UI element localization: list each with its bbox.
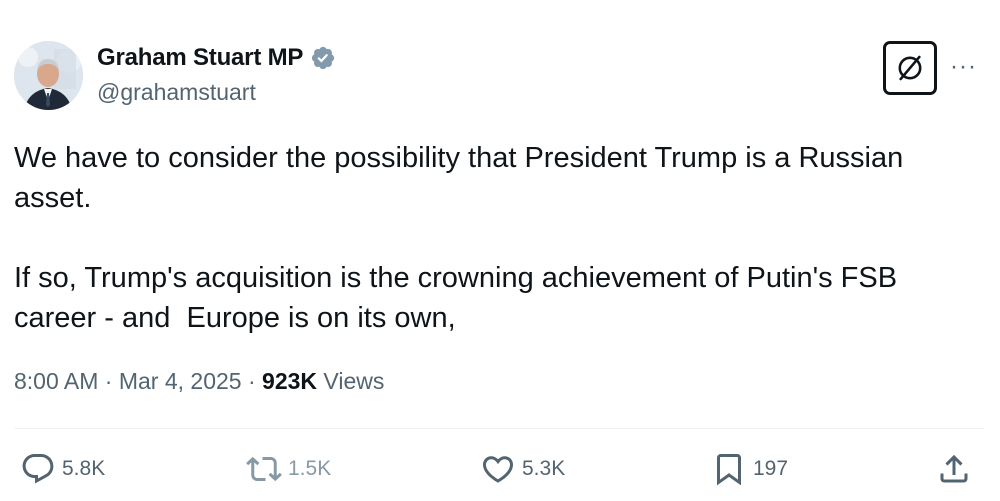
repost-icon (246, 456, 282, 482)
grok-button[interactable] (883, 41, 937, 95)
meta-separator: · (241, 368, 263, 394)
author-handle[interactable]: @grahamstuart (97, 79, 256, 106)
author-display-name[interactable]: Graham Stuart MP (97, 44, 303, 72)
tweet-time[interactable]: 8:00 AM (14, 368, 98, 395)
reply-button[interactable]: 5.8K (20, 451, 105, 487)
tweet-text: We have to consider the possibility that… (14, 138, 974, 338)
bookmark-icon (717, 454, 741, 486)
views-label: Views (317, 368, 385, 394)
like-count: 5.3K (522, 457, 566, 480)
reply-icon (22, 454, 54, 484)
avatar-image (14, 41, 83, 110)
repost-count: 1.5K (288, 457, 332, 480)
share-button[interactable] (936, 451, 978, 487)
more-icon: ··· (950, 53, 977, 80)
tweet-meta: 8:00 AM · Mar 4, 2025 · 923K Views (14, 368, 384, 395)
divider (14, 428, 984, 429)
repost-button[interactable]: 1.5K (246, 451, 331, 487)
verified-badge-icon[interactable] (310, 45, 336, 71)
bookmark-button[interactable]: 197 (711, 451, 788, 487)
bookmark-count: 197 (753, 457, 789, 480)
reply-count: 5.8K (62, 457, 106, 480)
like-button[interactable]: 5.3K (480, 451, 565, 487)
tweet-date[interactable]: Mar 4, 2025 (119, 368, 242, 395)
tweet-paragraph: If so, Trump's acquisition is the crowni… (14, 262, 906, 334)
meta-separator: · (98, 368, 119, 394)
grok-icon (898, 55, 922, 81)
like-icon (482, 456, 514, 483)
author-name-row: Graham Stuart MP (97, 44, 336, 72)
avatar[interactable] (14, 41, 83, 110)
views-count[interactable]: 923K (262, 368, 317, 395)
more-options-button[interactable]: ··· (950, 55, 977, 79)
share-icon (940, 454, 968, 483)
tweet-paragraph: We have to consider the possibility that… (14, 142, 912, 214)
